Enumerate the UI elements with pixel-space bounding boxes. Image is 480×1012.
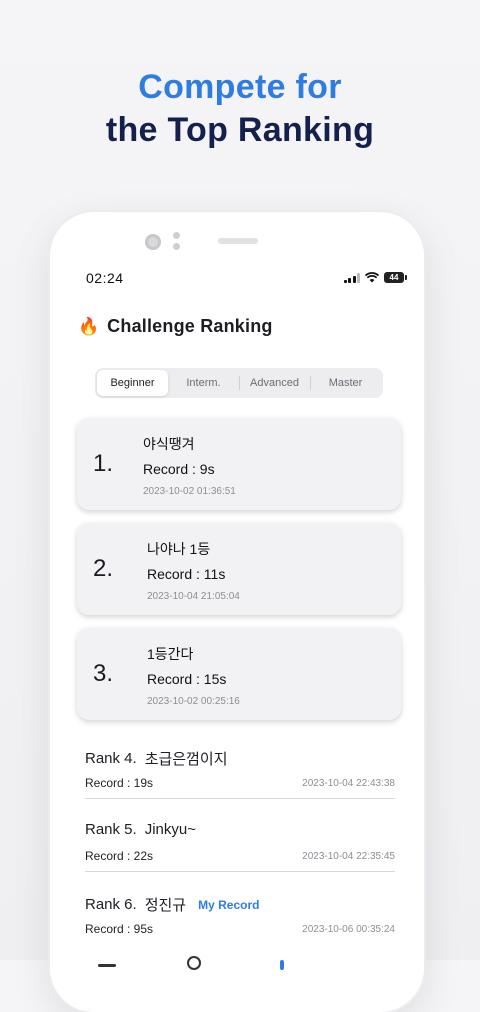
- player-name: 초급은껌이지: [144, 751, 228, 768]
- player-name: 야식땡겨: [143, 436, 195, 452]
- record-time: Record : 15s: [147, 671, 227, 687]
- record-time: Record : 19s: [85, 776, 154, 790]
- bottom-nav: [50, 954, 424, 974]
- ranking-icon[interactable]: [280, 960, 284, 970]
- rank-label: Rank 4.: [85, 750, 137, 767]
- headline-line-1: Compete for: [138, 68, 342, 106]
- phone-frame: 02:24 44 🔥 Challenge Ranking Beginner In…: [50, 212, 424, 1012]
- battery-icon: 44: [384, 272, 407, 283]
- camera-icon: [145, 234, 161, 250]
- row-divider: [85, 798, 395, 799]
- player-name: 나야나 1등: [147, 541, 211, 557]
- speaker-grille: [218, 238, 258, 244]
- status-time: 02:24: [86, 270, 124, 286]
- rank-number: 3.: [93, 660, 114, 687]
- row-divider: [85, 871, 395, 872]
- wifi-icon: [365, 272, 379, 283]
- tab-advanced[interactable]: Advanced: [239, 370, 310, 396]
- ranking-row-4[interactable]: Rank 4. 초급은껌이지 Record : 19s 2023-10-04 2…: [85, 748, 395, 808]
- tab-master[interactable]: Master: [310, 370, 381, 396]
- record-time: Record : 22s: [85, 849, 154, 863]
- record-date: 2023-10-04 22:35:45: [302, 851, 395, 862]
- record-time: Record : 9s: [143, 461, 215, 477]
- ranking-row-5[interactable]: Rank 5. Jinkyu~ Record : 22s 2023-10-04 …: [85, 821, 395, 881]
- record-date: 2023-10-06 00:35:24: [302, 924, 395, 935]
- my-record-badge: My Record: [198, 897, 260, 912]
- signal-icon: [343, 272, 360, 283]
- page-header: 🔥 Challenge Ranking: [78, 316, 273, 337]
- record-time: Record : 95s: [85, 922, 154, 936]
- record-time: Record : 11s: [147, 566, 226, 582]
- tab-intermediate[interactable]: Interm.: [168, 370, 239, 396]
- rank-label: Rank 5.: [85, 821, 137, 838]
- record-date: 2023-10-02 01:36:51: [143, 486, 236, 497]
- tab-beginner[interactable]: Beginner: [97, 370, 168, 396]
- rank-number: 2.: [93, 555, 114, 582]
- record-date: 2023-10-02 00:25:16: [147, 696, 240, 707]
- rank-label: Rank 6.: [85, 896, 137, 913]
- player-name: Jinkyu~: [144, 821, 196, 838]
- page-title: Challenge Ranking: [107, 316, 273, 336]
- ranking-row-6[interactable]: Rank 6. 정진규 My Record Record : 95s 2023-…: [85, 894, 395, 954]
- sensor-dots: [173, 232, 181, 252]
- ranking-card-3[interactable]: 3. 1등간다 Record : 15s 2023-10-02 00:25:16: [77, 628, 401, 720]
- player-name: 1등간다: [147, 646, 194, 662]
- level-tabs: Beginner Interm. Advanced Master: [95, 368, 383, 398]
- rank-number: 1.: [93, 450, 114, 477]
- promo-headline: Compete for the Top Ranking: [0, 66, 480, 152]
- fire-icon: 🔥: [78, 316, 100, 336]
- ranking-card-2[interactable]: 2. 나야나 1등 Record : 11s 2023-10-04 21:05:…: [77, 523, 401, 615]
- home-icon[interactable]: [98, 964, 116, 967]
- ranking-card-1[interactable]: 1. 야식땡겨 Record : 9s 2023-10-02 01:36:51: [77, 418, 401, 510]
- record-date: 2023-10-04 21:05:04: [147, 591, 240, 602]
- player-name: 정진규: [144, 897, 187, 914]
- record-date: 2023-10-04 22:43:38: [302, 778, 395, 789]
- search-icon[interactable]: [187, 956, 201, 970]
- headline-line-2: the Top Ranking: [105, 111, 375, 149]
- status-icons: 44: [343, 272, 407, 283]
